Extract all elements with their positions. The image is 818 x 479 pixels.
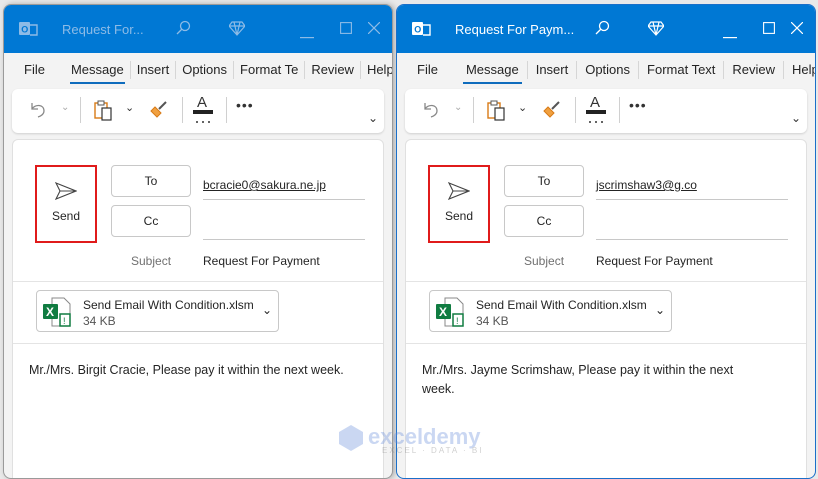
svg-text:A: A: [197, 94, 207, 111]
format-painter-icon[interactable]: [542, 99, 562, 124]
tab-review[interactable]: Review: [724, 61, 785, 79]
excel-file-icon: X!: [436, 297, 464, 327]
paste-dropdown-icon[interactable]: ⌄: [518, 101, 527, 114]
attachment-name: Send Email With Condition.xlsm: [476, 298, 647, 312]
paste-icon[interactable]: [94, 99, 114, 126]
outlook-icon: O: [18, 20, 38, 41]
ribbon-tabs: File Message Insert Options Format Te Re…: [4, 53, 392, 87]
more-options-icon[interactable]: •••: [236, 97, 254, 113]
attachment[interactable]: X! Send Email With Condition.xlsm 34 KB …: [429, 290, 672, 332]
tab-insert[interactable]: Insert: [528, 61, 578, 79]
paste-icon[interactable]: [487, 99, 507, 126]
cc-button[interactable]: Cc: [504, 205, 584, 237]
tab-help[interactable]: Help: [784, 61, 815, 79]
cc-field[interactable]: [203, 218, 365, 240]
to-recipient[interactable]: jscrimshaw3@g.co: [596, 178, 697, 192]
undo-icon[interactable]: [28, 99, 48, 124]
diamond-premium-icon[interactable]: [647, 20, 665, 39]
font-color-icon[interactable]: A: [585, 93, 607, 130]
send-button[interactable]: Send: [35, 165, 97, 243]
title-bar: O Request For...: [4, 5, 392, 53]
to-button[interactable]: To: [504, 165, 584, 197]
attachment-name: Send Email With Condition.xlsm: [83, 298, 254, 312]
search-icon[interactable]: [175, 20, 191, 39]
compose-pane: Send To Cc bcracie0@sakura.ne.jp Subject…: [12, 139, 384, 478]
format-painter-icon[interactable]: [149, 99, 169, 124]
attachment-menu-chevron-icon[interactable]: ⌄: [262, 303, 272, 317]
to-field[interactable]: bcracie0@sakura.ne.jp: [203, 178, 365, 200]
svg-text:!: !: [456, 316, 459, 326]
font-color-icon[interactable]: A: [192, 93, 214, 130]
cc-field[interactable]: [596, 218, 788, 240]
attachment-size: 34 KB: [476, 314, 509, 328]
svg-text:!: !: [63, 316, 66, 326]
message-body[interactable]: Mr./Mrs. Jayme Scrimshaw, Please pay it …: [422, 361, 762, 399]
svg-text:O: O: [21, 25, 28, 35]
attachment[interactable]: X! Send Email With Condition.xlsm 34 KB …: [36, 290, 279, 332]
ribbon-toolbar: ⌄ ⌄ A ••• ⌄: [405, 89, 807, 133]
window-title: Request For Paym...: [455, 22, 575, 37]
watermark-tagline: EXCEL · DATA · BI: [382, 446, 484, 455]
minimize-button[interactable]: [300, 27, 314, 42]
tab-format-text[interactable]: Format Te: [234, 61, 306, 79]
svg-text:A: A: [590, 94, 600, 111]
paste-dropdown-icon[interactable]: ⌄: [125, 101, 134, 114]
expand-ribbon-icon[interactable]: ⌄: [791, 111, 801, 125]
expand-ribbon-icon[interactable]: ⌄: [368, 111, 378, 125]
undo-dropdown-icon[interactable]: ⌄: [454, 102, 462, 113]
message-body[interactable]: Mr./Mrs. Birgit Cracie, Please pay it wi…: [29, 361, 369, 380]
subject-field[interactable]: Request For Payment: [203, 254, 320, 268]
tab-review[interactable]: Review: [305, 61, 361, 79]
ribbon-toolbar: ⌄ ⌄ A ••• ⌄: [12, 89, 384, 133]
diamond-premium-icon[interactable]: [228, 20, 246, 39]
undo-dropdown-icon[interactable]: ⌄: [61, 102, 69, 113]
maximize-button[interactable]: [340, 22, 352, 37]
send-label: Send: [51, 209, 81, 223]
tab-message[interactable]: Message: [458, 61, 528, 84]
tab-options[interactable]: Options: [176, 61, 235, 79]
send-icon: [447, 181, 471, 201]
svg-text:X: X: [46, 305, 54, 319]
tab-format-text[interactable]: Format Text: [639, 61, 725, 79]
tab-file[interactable]: File: [18, 61, 51, 79]
search-icon[interactable]: [594, 20, 610, 39]
email-window-active: O Request For Paym... File Message Inser…: [396, 4, 816, 479]
close-button[interactable]: [367, 21, 381, 37]
attachment-menu-chevron-icon[interactable]: ⌄: [655, 303, 665, 317]
send-icon: [54, 181, 78, 201]
title-bar: O Request For Paym...: [397, 5, 815, 53]
excel-file-icon: X!: [43, 297, 71, 327]
tab-insert[interactable]: Insert: [131, 61, 177, 79]
subject-label: Subject: [131, 254, 172, 268]
svg-text:X: X: [439, 305, 447, 319]
email-window-inactive: O Request For... File Message Insert Opt…: [3, 4, 393, 479]
send-label: Send: [444, 209, 474, 223]
send-button[interactable]: Send: [428, 165, 490, 243]
exceldemy-logo-icon: [339, 425, 363, 451]
tab-options[interactable]: Options: [577, 61, 640, 79]
undo-icon[interactable]: [421, 99, 441, 124]
close-button[interactable]: [790, 21, 804, 37]
subject-field[interactable]: Request For Payment: [596, 254, 713, 268]
to-button[interactable]: To: [111, 165, 191, 197]
cc-button[interactable]: Cc: [111, 205, 191, 237]
tab-help[interactable]: Help: [361, 61, 392, 79]
subject-label: Subject: [524, 254, 565, 268]
to-field[interactable]: jscrimshaw3@g.co: [596, 178, 788, 200]
svg-text:O: O: [414, 25, 421, 35]
outlook-icon: O: [411, 20, 431, 41]
more-options-icon[interactable]: •••: [629, 97, 647, 113]
tab-message[interactable]: Message: [65, 61, 131, 84]
window-title: Request For...: [62, 22, 144, 37]
exceldemy-watermark: exceldemy EXCEL · DATA · BI: [338, 424, 481, 455]
maximize-button[interactable]: [763, 22, 775, 37]
tab-file[interactable]: File: [411, 61, 444, 79]
ribbon-tabs: File Message Insert Options Format Text …: [397, 53, 815, 87]
minimize-button[interactable]: [723, 27, 737, 42]
to-recipient[interactable]: bcracie0@sakura.ne.jp: [203, 178, 326, 192]
attachment-size: 34 KB: [83, 314, 116, 328]
